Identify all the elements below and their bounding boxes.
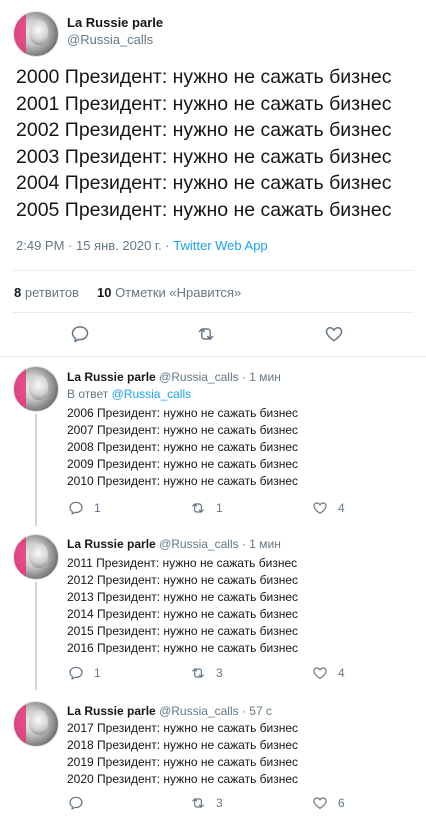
retweet-count: 3 [216,666,223,680]
reply-line: 2007 Президент: нужно не сажать бизнес [67,423,299,437]
retweet-count: 1 [216,501,223,515]
reply-text: 2011 Президент: нужно не сажать бизнес 2… [67,555,298,657]
divider [12,312,414,313]
reply-line: 2019 Президент: нужно не сажать бизнес [67,755,299,769]
source-app-link[interactable]: Twitter Web App [173,238,267,253]
retweet-action[interactable]: 3 [190,795,223,811]
avatar[interactable] [13,701,59,747]
reply-line: 2009 Президент: нужно не сажать бизнес [67,457,299,471]
tweet-line: 2003 Президент: нужно не сажать бизнес [16,145,392,168]
reply-line: 2012 Президент: нужно не сажать бизнес [67,573,299,587]
reply-action[interactable]: 1 [68,500,101,516]
divider [12,270,414,271]
reply-line: 2018 Президент: нужно не сажать бизнес [67,738,299,752]
reply-text: 2017 Президент: нужно не сажать бизнес 2… [67,720,298,788]
reply-count: 1 [94,666,101,680]
heart-icon [313,797,327,809]
reply-line: 2017 Президент: нужно не сажать бизнес [67,721,299,735]
author-handle[interactable]: @Russia_calls · 57 с [159,704,272,718]
retweet-action[interactable]: 3 [190,665,223,681]
like-action[interactable]: 6 [312,795,345,811]
like-action[interactable]: 4 [312,500,345,516]
reply-to-handle[interactable]: @Russia_calls [112,387,192,401]
tweet-line: 2004 Президент: нужно не сажать бизнес [16,172,392,194]
author-handle[interactable]: @Russia_calls [67,32,153,47]
like-count: 6 [338,796,345,810]
reply-icon [69,501,83,515]
tweet-stats: 8 ретвитов 10 Отметки «Нравится» [14,285,241,300]
reply-line: 2006 Президент: нужно не сажать бизнес [67,406,299,420]
tweet-text: 2000 Президент: нужно не сажать бизнес 2… [16,64,416,223]
author-name[interactable]: La Russie parle [67,15,163,30]
retweet-icon[interactable] [196,324,216,344]
avatar[interactable] [13,366,59,412]
reply-icon [69,666,83,680]
author-handle[interactable]: @Russia_calls · 1 мин [159,537,281,551]
reply-count: 1 [94,501,101,515]
like-count: 4 [338,501,345,515]
retweet-icon [192,668,204,678]
like-count: 4 [338,666,345,680]
likes-count: 10 [96,285,112,300]
reply-action[interactable]: 1 [68,665,101,681]
tweet-line: 2000 Президент: нужно не сажать бизнес [16,66,392,88]
divider [0,356,426,357]
thread-connector [35,582,37,690]
reply-line: 2008 Президент: нужно не сажать бизнес [67,440,299,454]
reply-icon [69,796,83,810]
retweets-stat[interactable]: 8 ретвитов [14,285,79,300]
like-action[interactable]: 4 [312,665,345,681]
author-handle[interactable]: @Russia_calls · 1 мин [159,370,281,384]
heart-icon [313,667,327,679]
author-name[interactable]: La Russie parle [67,537,156,551]
tweet-line: 2005 Президент: нужно не сажать бизнес [16,198,392,221]
reply-line: 2011 Президент: нужно не сажать бизнес [67,556,298,570]
reply-action[interactable] [68,795,94,811]
reply-line: 2014 Президент: нужно не сажать бизнес [67,607,299,621]
retweet-count: 3 [216,796,223,810]
reply-header: La Russie parle @Russia_calls · 1 мин [67,370,281,384]
likes-stat[interactable]: 10 Отметки «Нравится» [97,285,241,300]
tweet-line: 2001 Президент: нужно не сажать бизнес [16,92,392,115]
retweets-count: 8 [14,285,22,300]
reply-line: 2016 Президент: нужно не сажать бизнес [67,641,299,655]
retweet-action[interactable]: 1 [190,500,223,516]
reply-line: 2010 Президент: нужно не сажать бизнес [67,474,299,488]
avatar[interactable] [13,11,59,57]
author-name[interactable]: La Russie parle [67,704,156,718]
reply-icon[interactable] [70,324,90,344]
tweet-timestamp[interactable]: 2:49 PM · 15 янв. 2020 г. · [16,238,173,253]
reply-to: В ответ @Russia_calls [67,387,191,401]
tweet-line: 2002 Президент: нужно не сажать бизнес [16,119,392,141]
reply-line: 2013 Президент: нужно не сажать бизнес [67,590,299,604]
author-name[interactable]: La Russie parle [67,370,156,384]
likes-label: Отметки «Нравится» [115,285,242,300]
tweet-meta: 2:49 PM · 15 янв. 2020 г. · Twitter Web … [16,238,268,253]
reply-line: 2020 Президент: нужно не сажать бизнес [67,772,299,786]
reply-text: 2006 Президент: нужно не сажать бизнес 2… [67,405,298,490]
retweets-label: ретвитов [24,285,79,300]
reply-header: La Russie parle @Russia_calls · 57 с [67,704,272,718]
reply-line: 2015 Президент: нужно не сажать бизнес [67,624,299,638]
avatar[interactable] [13,534,59,580]
heart-icon[interactable] [324,324,344,344]
reply-to-prefix: В ответ [67,387,112,401]
retweet-icon [192,798,204,808]
retweet-icon [192,503,204,513]
reply-header: La Russie parle @Russia_calls · 1 мин [67,537,281,551]
thread-connector [35,414,37,526]
heart-icon [313,502,327,514]
